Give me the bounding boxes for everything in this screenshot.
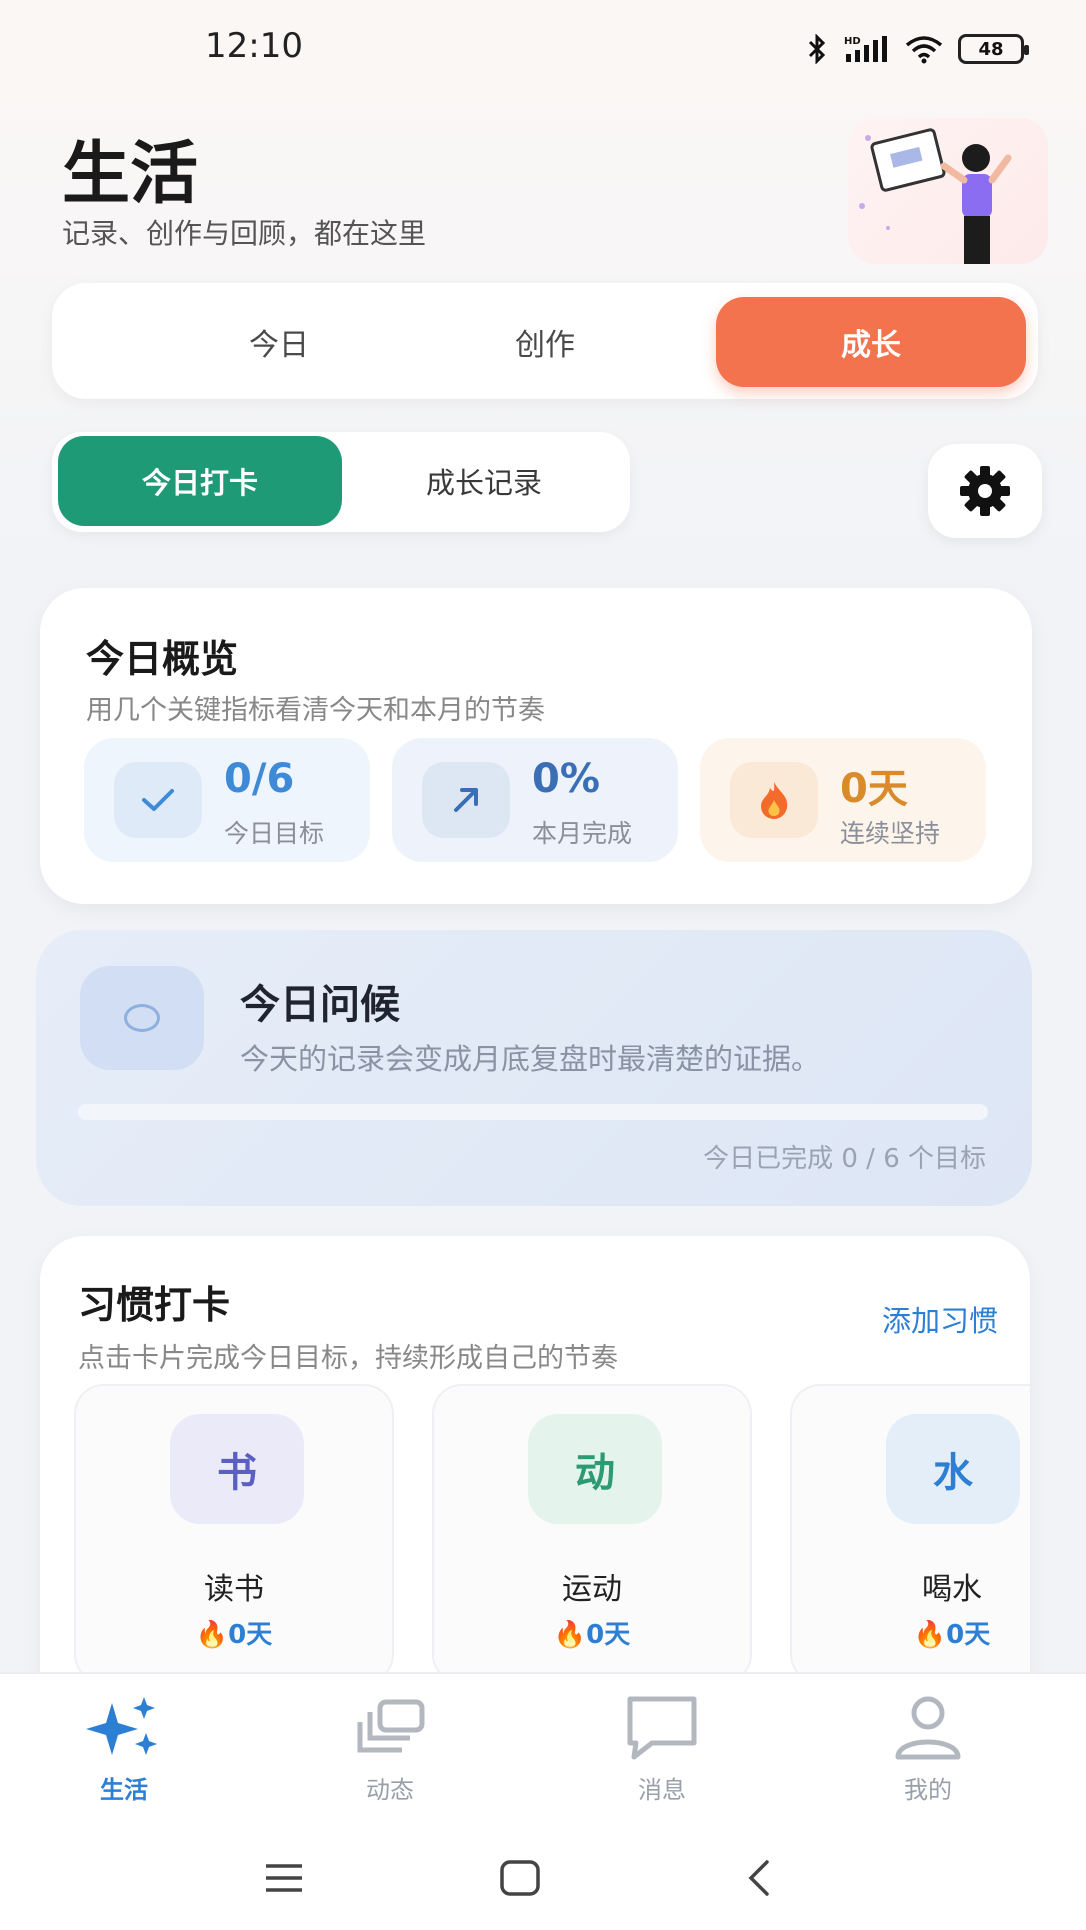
signal-icon: HD bbox=[844, 36, 887, 62]
nav-profile[interactable]: 我的 bbox=[848, 1686, 1008, 1805]
nav-life[interactable]: 生活 bbox=[44, 1686, 204, 1805]
nav-messages[interactable]: 消息 bbox=[582, 1686, 742, 1805]
metric-label: 本月完成 bbox=[532, 819, 633, 848]
home-icon[interactable] bbox=[490, 1848, 550, 1908]
bottom-nav: 生活 动态 消息 我的 bbox=[0, 1672, 1086, 1822]
metric-value: 0% bbox=[532, 756, 600, 802]
habit-name: 读书 bbox=[204, 1572, 264, 1607]
nav-label: 动态 bbox=[366, 1776, 414, 1804]
habit-card-water[interactable]: 水 喝水 🔥0天 bbox=[790, 1384, 1030, 1684]
habit-card-exercise[interactable]: 动 运动 🔥0天 bbox=[432, 1384, 752, 1684]
metric-streak: 0天 连续坚持 bbox=[700, 738, 986, 862]
profile-icon bbox=[848, 1686, 1008, 1770]
metric-value: 0天 bbox=[840, 766, 908, 812]
overview-desc: 用几个关键指标看清今天和本月的节奏 bbox=[86, 695, 545, 726]
metric-label: 今日目标 bbox=[224, 819, 325, 848]
sparkle-icon bbox=[44, 1686, 204, 1770]
exercise-icon: 动 bbox=[528, 1414, 662, 1524]
habit-name: 喝水 bbox=[922, 1572, 982, 1607]
metric-today-goal: 0/6 今日目标 bbox=[84, 738, 370, 862]
back-icon[interactable] bbox=[728, 1848, 788, 1908]
book-icon: 书 bbox=[170, 1414, 304, 1524]
habit-card-reading[interactable]: 书 读书 🔥0天 bbox=[74, 1384, 394, 1684]
bluetooth-icon bbox=[808, 34, 826, 64]
nav-label: 生活 bbox=[100, 1776, 148, 1804]
status-icons: HD 48 bbox=[806, 34, 1029, 64]
goal-progress-text: 今日已完成 0 / 6 个目标 bbox=[703, 1144, 986, 1174]
overview-card: 今日概览 用几个关键指标看清今天和本月的节奏 0/6 今日目标 0% 本月完成 … bbox=[40, 588, 1032, 904]
hero-illustration bbox=[848, 118, 1048, 264]
habit-name: 运动 bbox=[562, 1572, 622, 1607]
settings-button[interactable] bbox=[928, 444, 1042, 538]
habits-title: 习惯打卡 bbox=[78, 1283, 231, 1327]
greeting-title: 今日问候 bbox=[240, 982, 400, 1028]
subtab-growth-record[interactable]: 成长记录 bbox=[342, 436, 626, 526]
wifi-icon bbox=[905, 36, 943, 64]
habit-streak: 🔥0天 bbox=[553, 1620, 631, 1650]
sub-tab-bar: 今日打卡 成长记录 bbox=[52, 432, 630, 532]
greeting-text: 今天的记录会变成月底复盘时最清楚的证据。 bbox=[240, 1042, 821, 1076]
status-time: 12:10 bbox=[205, 26, 303, 66]
nav-feed[interactable]: 动态 bbox=[310, 1686, 470, 1805]
tab-create[interactable]: 创作 bbox=[390, 297, 700, 387]
page-title: 生活 bbox=[62, 135, 199, 214]
fire-icon: 🔥 bbox=[553, 1620, 587, 1650]
check-icon bbox=[114, 762, 202, 838]
circle-icon bbox=[80, 966, 204, 1070]
nav-label: 消息 bbox=[638, 1776, 686, 1804]
gear-icon bbox=[960, 466, 1010, 516]
metric-label: 连续坚持 bbox=[840, 819, 941, 848]
water-icon: 水 bbox=[886, 1414, 1020, 1524]
system-nav-bar bbox=[0, 1822, 1086, 1930]
goal-progress-bar bbox=[78, 1104, 988, 1120]
chat-icon bbox=[582, 1686, 742, 1770]
stack-icon bbox=[310, 1686, 470, 1770]
fire-icon bbox=[730, 762, 818, 838]
menu-icon[interactable] bbox=[254, 1848, 314, 1908]
trend-up-icon bbox=[422, 762, 510, 838]
habit-streak: 🔥0天 bbox=[913, 1620, 991, 1650]
tab-today[interactable]: 今日 bbox=[124, 297, 434, 387]
add-habit-link[interactable]: 添加习惯 bbox=[882, 1298, 998, 1340]
overview-title: 今日概览 bbox=[86, 637, 239, 681]
metric-month-complete: 0% 本月完成 bbox=[392, 738, 678, 862]
svg-text:HD: HD bbox=[844, 36, 861, 47]
tab-growth[interactable]: 成长 bbox=[716, 297, 1026, 387]
fire-icon: 🔥 bbox=[913, 1620, 947, 1650]
habit-streak: 🔥0天 bbox=[195, 1620, 273, 1650]
metric-value: 0/6 bbox=[224, 756, 295, 802]
fire-icon: 🔥 bbox=[195, 1620, 229, 1650]
greeting-card: 今日问候 今天的记录会变成月底复盘时最清楚的证据。 今日已完成 0 / 6 个目… bbox=[36, 930, 1032, 1206]
subtab-daily-checkin[interactable]: 今日打卡 bbox=[58, 436, 342, 526]
page-subtitle: 记录、创作与回顾，都在这里 bbox=[62, 217, 427, 250]
nav-label: 我的 bbox=[904, 1776, 952, 1804]
habits-desc: 点击卡片完成今日目标，持续形成自己的节奏 bbox=[78, 1343, 618, 1374]
battery-icon: 48 bbox=[958, 34, 1029, 64]
main-tab-bar: 今日 创作 成长 bbox=[52, 283, 1038, 399]
